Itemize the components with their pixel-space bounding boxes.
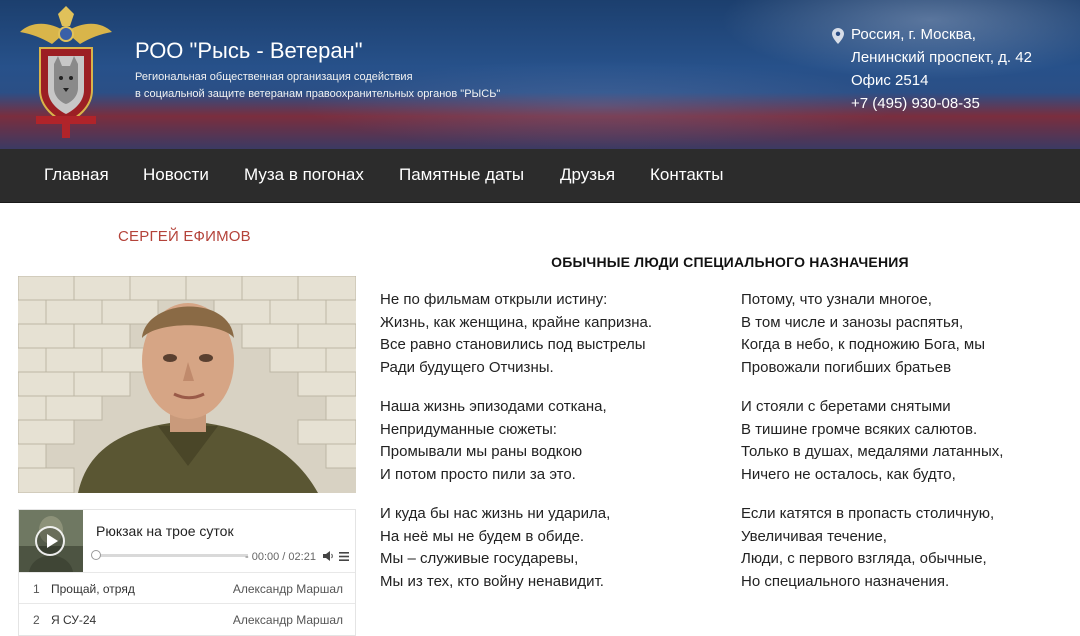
poem-stanza: Наша жизнь эпизодами соткана, Непридуман… xyxy=(380,396,607,486)
playlist-row-artist: Александр Маршал xyxy=(232,613,343,627)
poem-line: Все равно становились под выстрелы xyxy=(380,336,646,354)
poem-line: Не по фильмам открыли истину: xyxy=(380,291,608,308)
poem-line: И потом просто пили за это. xyxy=(380,465,576,483)
poem-line: Жизнь, как женщина, крайне капризна. xyxy=(380,313,653,331)
main-nav: Главная Новости Муза в погонах Памятные … xyxy=(0,149,1080,203)
poem-stanza: И стояли с беретами снятыми В тишине гро… xyxy=(741,396,1003,486)
poem-line: Люди, с первого взгляда, обычные, xyxy=(741,550,987,568)
play-icon[interactable] xyxy=(35,526,65,556)
nav-item-news[interactable]: Новости xyxy=(143,149,209,203)
poem-line: Если катятся в пропасть столичную, xyxy=(741,505,995,522)
nav-item-contacts[interactable]: Контакты xyxy=(650,149,723,203)
poem-line: Ничего не осталось, как будто, xyxy=(741,465,956,483)
contact-office: Офис 2514 xyxy=(851,72,929,89)
poem-line: Когда в небо, к подножию Бога, мы xyxy=(741,336,986,354)
poem-stanza: И куда бы нас жизнь ни ударила, На неё м… xyxy=(380,503,610,593)
poem-stanza: Потому, что узнали многое, В том числе и… xyxy=(741,289,985,379)
poem-line: В тишине громче всяких салютов. xyxy=(741,420,978,438)
poem-line: Потому, что узнали многое, xyxy=(741,291,932,308)
site-subtitle: Региональная общественная организация со… xyxy=(135,69,555,103)
nav-item-friends[interactable]: Друзья xyxy=(560,149,615,203)
audio-player: Рюкзак на трое суток - 00:00 / 02:21 1 П… xyxy=(18,509,356,636)
poem-line: Но специального назначения. xyxy=(741,572,950,590)
poem-title: ОБЫЧНЫЕ ЛЮДИ СПЕЦИАЛЬНОГО НАЗНАЧЕНИЯ xyxy=(551,254,909,270)
poem-line: Наша жизнь эпизодами соткана, xyxy=(380,398,607,415)
author-name: СЕРГЕЙ ЕФИМОВ xyxy=(118,228,251,245)
poem-line: Увеличивая течение, xyxy=(741,527,887,545)
poem-stanza: Если катятся в пропасть столичную, Увели… xyxy=(741,503,994,593)
site-header: РОО "Рысь - Ветеран" Региональная общест… xyxy=(0,0,1080,149)
current-track-title: Рюкзак на трое суток xyxy=(96,523,234,539)
nav-item-home[interactable]: Главная xyxy=(44,149,109,203)
playlist-menu-icon[interactable] xyxy=(339,552,349,561)
location-pin-icon xyxy=(832,28,844,44)
poem-line: Мы из тех, кто войну ненавидит. xyxy=(380,572,604,590)
contact-phone[interactable]: +7 (495) 930-08-35 xyxy=(851,95,980,112)
poem-line: На неё мы не будем в обиде. xyxy=(380,527,585,545)
subtitle-line: в социальной защите ветеранам правоохран… xyxy=(135,88,501,100)
seek-handle[interactable] xyxy=(91,550,101,560)
poem-line: И стояли с беретами снятыми xyxy=(741,398,951,415)
poem-line: Только в душах, медалями латанных, xyxy=(741,443,1004,461)
poem-line: И куда бы нас жизнь ни ударила, xyxy=(380,505,611,522)
track-time: - 00:00 / 02:21 xyxy=(245,551,316,563)
poem-line: В том числе и занозы распятья, xyxy=(741,313,964,331)
poem-stanza: Не по фильмам открыли истину: Жизнь, как… xyxy=(380,289,652,379)
author-photo xyxy=(18,276,356,493)
playlist-row[interactable]: 2 Я СУ-24 Александр Маршал xyxy=(19,603,355,634)
nav-item-muse[interactable]: Муза в погонах xyxy=(244,149,364,203)
site-title[interactable]: РОО "Рысь - Ветеран" xyxy=(135,38,363,64)
playlist-row-number: 2 xyxy=(33,613,40,627)
volume-icon[interactable] xyxy=(323,551,334,561)
playlist-row[interactable]: 1 Прощай, отряд Александр Маршал xyxy=(19,572,355,603)
poem-line: Ради будущего Отчизны. xyxy=(380,358,554,376)
poem-line: Мы – служивые государевы, xyxy=(380,550,579,568)
play-triangle xyxy=(47,534,58,548)
poem-line: Непридуманные сюжеты: xyxy=(380,420,557,438)
contact-address-line: Россия, г. Москва, xyxy=(851,26,976,43)
subtitle-line: Региональная общественная организация со… xyxy=(135,71,413,83)
contact-address-line: Ленинский проспект, д. 42 xyxy=(851,49,1032,66)
nav-item-dates[interactable]: Памятные даты xyxy=(399,149,524,203)
seek-bar[interactable] xyxy=(91,550,248,560)
playlist-row-title: Прощай, отряд xyxy=(51,582,135,596)
playlist-row-number: 1 xyxy=(33,582,40,596)
logo-emblem[interactable] xyxy=(18,4,114,140)
playlist-row-title: Я СУ-24 xyxy=(51,613,97,627)
playlist-row-artist: Александр Маршал xyxy=(232,582,343,596)
poem-line: Провожали погибших братьев xyxy=(741,358,952,376)
poem-line: Промывали мы раны водкою xyxy=(380,443,583,461)
